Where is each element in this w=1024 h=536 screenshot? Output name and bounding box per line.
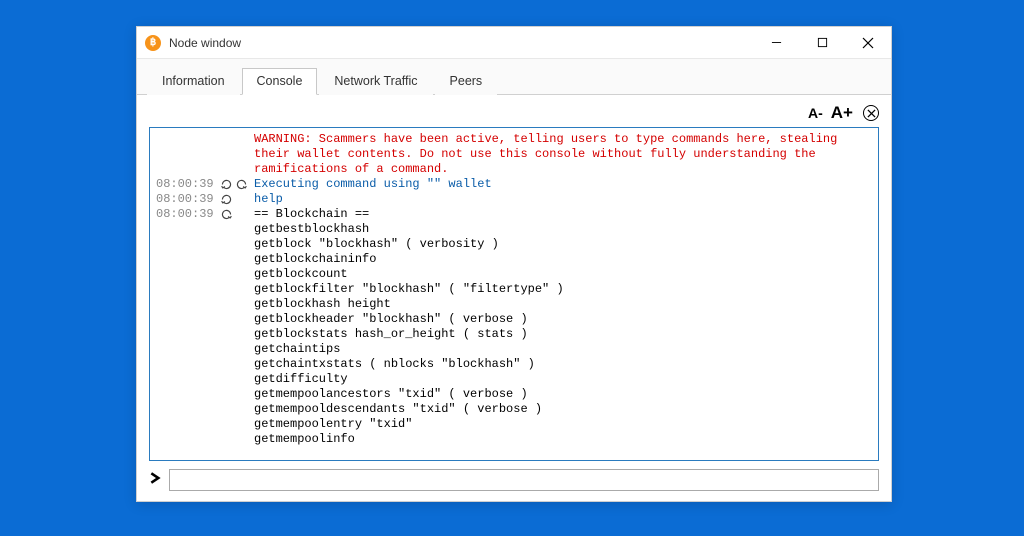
command-input-row [149, 469, 879, 491]
timestamp: 08:00:39 [156, 177, 220, 192]
console-panel: A- A+ WARNING: Scammers have been active… [137, 95, 891, 501]
console-row: 08:00:39 help [156, 192, 872, 207]
timestamp [156, 132, 220, 177]
warning-row: WARNING: Scammers have been active, tell… [156, 132, 872, 177]
prompt-icon [149, 471, 163, 490]
titlebar: ฿ Node window [137, 27, 891, 59]
close-button[interactable] [845, 27, 891, 58]
window-controls [753, 27, 891, 58]
reload-icon [235, 178, 248, 191]
row-icon [220, 132, 254, 177]
row-icon [220, 177, 254, 192]
row-icon [220, 207, 254, 447]
console-toolbar: A- A+ [149, 103, 879, 127]
clear-console-button[interactable] [863, 105, 879, 121]
font-increase-button[interactable]: A+ [829, 103, 855, 123]
row-icon [220, 192, 254, 207]
console-row: 08:00:39 Executing command using "" wall… [156, 177, 872, 192]
timestamp: 08:00:39 [156, 207, 220, 447]
tab-information[interactable]: Information [147, 68, 240, 95]
console-text: help [254, 192, 872, 207]
tab-console[interactable]: Console [242, 68, 318, 95]
bitcoin-icon: ฿ [145, 35, 161, 51]
console-text: == Blockchain == getbestblockhash getblo… [254, 207, 872, 447]
command-input[interactable] [169, 469, 879, 491]
console-row: 08:00:39 == Blockchain == getbestblockha… [156, 207, 872, 447]
reload-icon [220, 178, 233, 191]
window-title: Node window [169, 36, 753, 50]
console-output[interactable]: WARNING: Scammers have been active, tell… [149, 127, 879, 461]
console-text: Executing command using "" wallet [254, 177, 872, 192]
reload-icon [220, 208, 233, 221]
tab-bar: Information Console Network Traffic Peer… [137, 59, 891, 95]
tab-network-traffic[interactable]: Network Traffic [319, 68, 432, 95]
reload-icon [220, 193, 233, 206]
minimize-button[interactable] [753, 27, 799, 58]
tab-peers[interactable]: Peers [435, 68, 498, 95]
node-window: ฿ Node window Information Console Networ… [136, 26, 892, 502]
font-decrease-button[interactable]: A- [806, 105, 825, 121]
timestamp: 08:00:39 [156, 192, 220, 207]
maximize-button[interactable] [799, 27, 845, 58]
warning-text: WARNING: Scammers have been active, tell… [254, 132, 872, 177]
